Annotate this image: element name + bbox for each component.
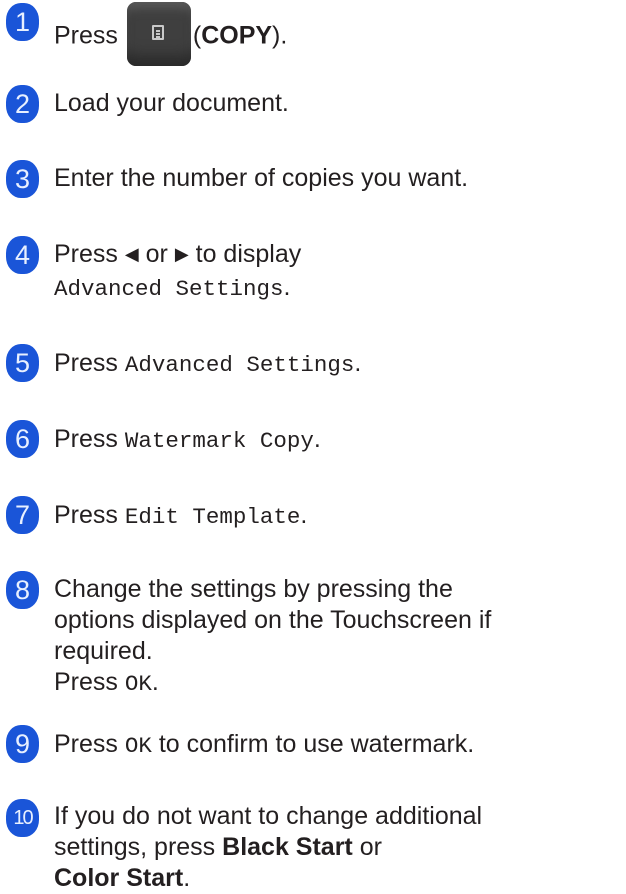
step-number-badge: 10: [6, 799, 39, 837]
right-arrow-icon: ▶: [174, 244, 189, 264]
step-number-badge: 6: [6, 420, 39, 458]
step-number-badge: 2: [6, 85, 39, 123]
step-number-badge: 5: [6, 344, 39, 382]
left-arrow-icon: ◀: [124, 244, 139, 264]
step-number-badge: 8: [6, 571, 39, 609]
step-number-badge: 4: [6, 236, 39, 274]
step-number-badge: 1: [6, 3, 39, 41]
step-number-badge: 9: [6, 725, 39, 763]
step-number-badge: 3: [6, 160, 39, 198]
step-number-badge: 7: [6, 496, 39, 534]
copy-button-icon: [126, 2, 191, 66]
